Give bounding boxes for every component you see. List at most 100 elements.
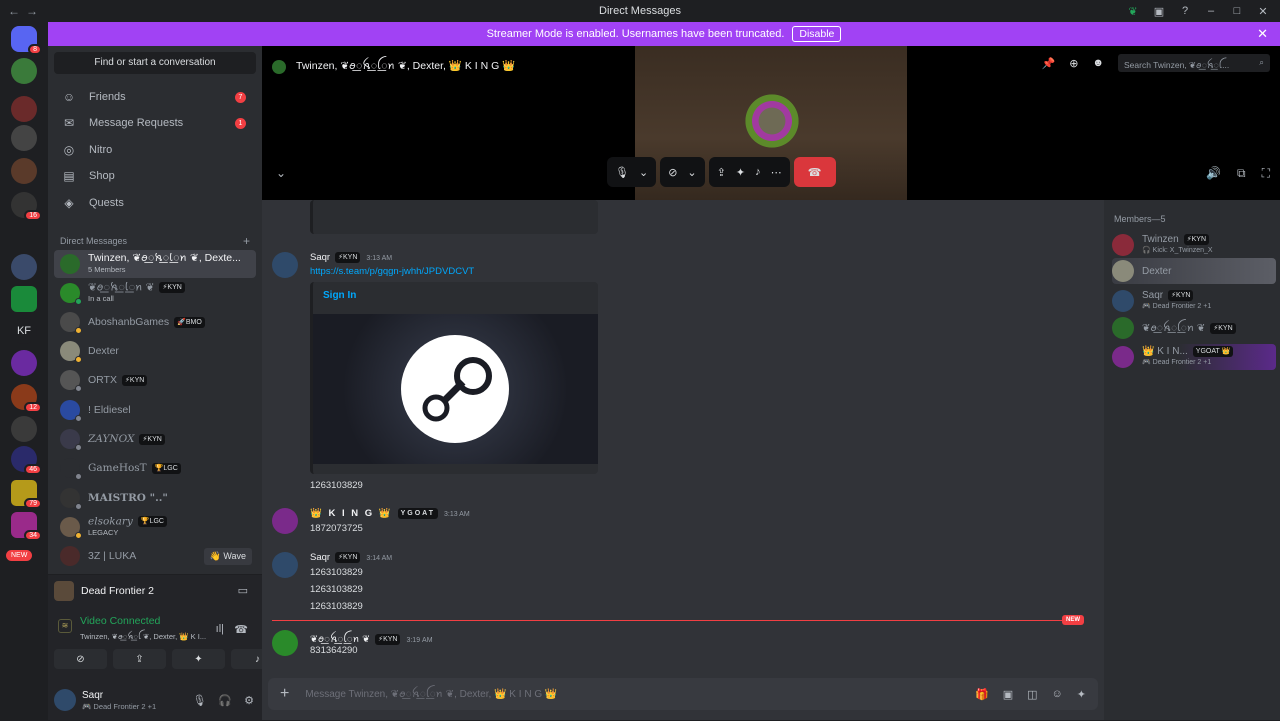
nav-friends[interactable]: ☺ Friends 7 [54, 84, 256, 110]
server-icon[interactable] [11, 416, 37, 442]
dm-item[interactable]: ZAYNOX ⚡KYN [54, 425, 256, 453]
member-item[interactable]: 👑 K I N... YGOAT 👑 🎮 Dead Frontier 2 +1 [1112, 344, 1276, 370]
close-window-icon[interactable]: ✕ [1252, 3, 1274, 19]
member-item[interactable]: Twinzen ⚡KYN 🎧 Kick: X_Twinzen_X [1112, 232, 1276, 258]
server-icon[interactable] [11, 350, 37, 376]
server-badge: 79 [24, 498, 42, 509]
disconnect-icon[interactable]: ☎ [234, 623, 248, 636]
minimize-icon[interactable]: – [1200, 3, 1222, 19]
dm-item[interactable]: ❦ꪮ꯭ꫝ꯭ꪶ꯭ꪀ ❦ ⚡KYN In a call [54, 279, 256, 307]
nav-message-requests[interactable]: ✉ Message Requests 1 [54, 110, 256, 136]
message-composer[interactable]: + Message Twinzen, ❦ꪮ꯭ꫝ꯭ꪶ꯭ꪀ ❦, Dexter, 👑… [268, 678, 1098, 710]
help-icon[interactable]: ? [1174, 3, 1196, 19]
popout-icon[interactable]: ⧉ [1237, 166, 1246, 181]
chevron-down-icon[interactable]: ⌄ [687, 166, 696, 179]
close-banner-icon[interactable]: ✕ [1257, 26, 1268, 42]
server-icon[interactable] [11, 254, 37, 280]
server-icon[interactable]: 16 [11, 192, 42, 221]
dm-name: MAISTRO ".." [88, 492, 168, 504]
sticker-icon[interactable]: ◫ [1027, 688, 1037, 701]
add-attachment-icon[interactable]: + [280, 685, 289, 703]
dm-item[interactable]: elsokary 🏆LGC LEGACY [54, 513, 256, 541]
server-icon[interactable] [11, 96, 37, 122]
dm-item[interactable]: Dexter [54, 337, 256, 365]
server-icon[interactable]: 12 [11, 384, 42, 413]
create-dm-icon[interactable]: + [243, 234, 250, 248]
disable-streamer-button[interactable]: Disable [792, 26, 842, 42]
gift-icon[interactable]: 🎁 [975, 688, 989, 701]
add-friends-icon[interactable]: ⊕ [1069, 57, 1078, 70]
search-input[interactable]: Search Twinzen, ❦ꪮ꯭ꫝ꯭ꪶ... ⌕ [1118, 54, 1270, 72]
dm-name: 3Z | LUKA [88, 550, 137, 562]
volume-icon[interactable]: 🔊 [1206, 166, 1221, 181]
chevron-down-icon[interactable]: ⌄ [639, 166, 648, 179]
collapse-call-icon[interactable]: ⌄ [276, 166, 286, 180]
member-item[interactable]: Dexter [1112, 258, 1276, 284]
dm-item[interactable]: ! Eldiesel [54, 396, 256, 424]
dm-item[interactable]: ORTX ⚡KYN [54, 366, 256, 394]
nav-quests[interactable]: ◈ Quests [54, 190, 256, 216]
discord-home-icon[interactable]: 8 [11, 26, 42, 55]
server-kf-icon[interactable]: KF [11, 318, 37, 344]
wave-button[interactable]: 👋 Wave [203, 547, 252, 565]
server-icon[interactable]: 79 [11, 480, 42, 509]
headphones-icon[interactable]: 🎧 [218, 694, 232, 707]
avatar[interactable] [272, 552, 298, 578]
dm-item[interactable]: MAISTRO ".." [54, 484, 256, 512]
screen-icon[interactable]: ▭ [238, 584, 248, 597]
pin-icon[interactable]: 📌 [1042, 57, 1056, 70]
avatar[interactable] [272, 630, 298, 656]
avatar[interactable] [272, 508, 298, 534]
embed-image[interactable] [313, 314, 598, 464]
activities-button[interactable]: ✦ [172, 649, 225, 669]
fullscreen-icon[interactable]: ⛶ [1262, 166, 1270, 181]
camera-toggle[interactable]: ⊘ ⌄ [660, 157, 705, 187]
composer-input[interactable]: Message Twinzen, ❦ꪮ꯭ꫝ꯭ꪶ꯭ꪀ ❦, Dexter, 👑 K… [305, 684, 557, 705]
author-name[interactable]: 👑 K I N G 👑 [310, 508, 393, 519]
find-conversation-input[interactable]: Find or start a conversation [54, 52, 256, 74]
apps-icon[interactable]: ✦ [1077, 688, 1086, 701]
server-icon[interactable] [11, 158, 37, 184]
settings-gear-icon[interactable]: ⚙ [244, 694, 254, 707]
maximize-icon[interactable]: □ [1226, 3, 1248, 19]
activities-icon[interactable]: ✦ [736, 166, 745, 179]
dm-item[interactable]: Twinzen, ❦ꪮ꯭ꫝ꯭ꪶ꯭ꪀ ❦, Dexte... 5 Members [54, 250, 256, 278]
shop-icon: ▤ [63, 169, 75, 183]
server-icon[interactable] [11, 286, 37, 312]
dm-item[interactable]: GameHosT 🏆LGC [54, 454, 256, 482]
user-avatar[interactable] [54, 689, 76, 711]
author-name[interactable]: ❦ꪮ꯭ꫝ꯭ꪶ꯭ꪀ ❦ [310, 634, 370, 645]
soundwave-icon[interactable]: ıl| [216, 623, 224, 635]
member-item[interactable]: ❦ꪮ꯭ꫝ꯭ꪶ꯭ꪀ ❦ ⚡KYN [1112, 315, 1276, 341]
screen-share-icon[interactable]: ⇪ [717, 166, 726, 179]
camera-button[interactable]: ⊘ [54, 649, 107, 669]
member-item[interactable]: Saqr ⚡KYN 🎮 Dead Frontier 2 +1 [1112, 288, 1276, 314]
gif-icon[interactable]: ▣ [1003, 688, 1013, 701]
soundboard-icon[interactable]: ♪ [755, 166, 761, 178]
server-icon[interactable]: 34 [11, 512, 42, 541]
inbox-icon[interactable]: ▣ [1148, 3, 1170, 19]
server-icon[interactable] [11, 125, 37, 151]
server-icon[interactable] [11, 58, 37, 84]
emoji-icon[interactable]: ☺ [1052, 688, 1063, 701]
leaf-icon[interactable]: ❦ [1122, 3, 1144, 19]
more-icon[interactable]: ⋯ [771, 166, 782, 179]
dm-item[interactable]: 3Z | LUKA 👋 Wave [54, 542, 256, 570]
author-name[interactable]: Saqr [310, 252, 330, 263]
screen-share-button[interactable]: ⇪ [113, 649, 166, 669]
avatar[interactable] [272, 252, 298, 278]
dm-item[interactable]: AboshanbGames 🚀BMO [54, 308, 256, 336]
nav-shop[interactable]: ▤ Shop [54, 163, 256, 189]
microphone-icon[interactable]: 🎙 [192, 694, 206, 707]
server-icon[interactable]: 46 [11, 446, 42, 475]
user-name[interactable]: Saqr [82, 690, 156, 702]
mic-toggle[interactable]: 🎙 ⌄ [607, 157, 657, 187]
activity-game[interactable]: Dead Frontier 2 [54, 581, 154, 601]
embed-title[interactable]: Sign In [323, 290, 356, 301]
nav-nitro[interactable]: ◎ Nitro [54, 137, 256, 163]
history-nav[interactable]: ←→ [8, 4, 44, 18]
member-list-icon[interactable]: ☻ [1092, 57, 1104, 69]
steam-link[interactable]: https://s.team/p/gqgn-jwhh/JPDVDCVT [310, 266, 474, 277]
author-name[interactable]: Saqr [310, 552, 330, 563]
end-call-button[interactable]: ☎ [793, 157, 836, 187]
